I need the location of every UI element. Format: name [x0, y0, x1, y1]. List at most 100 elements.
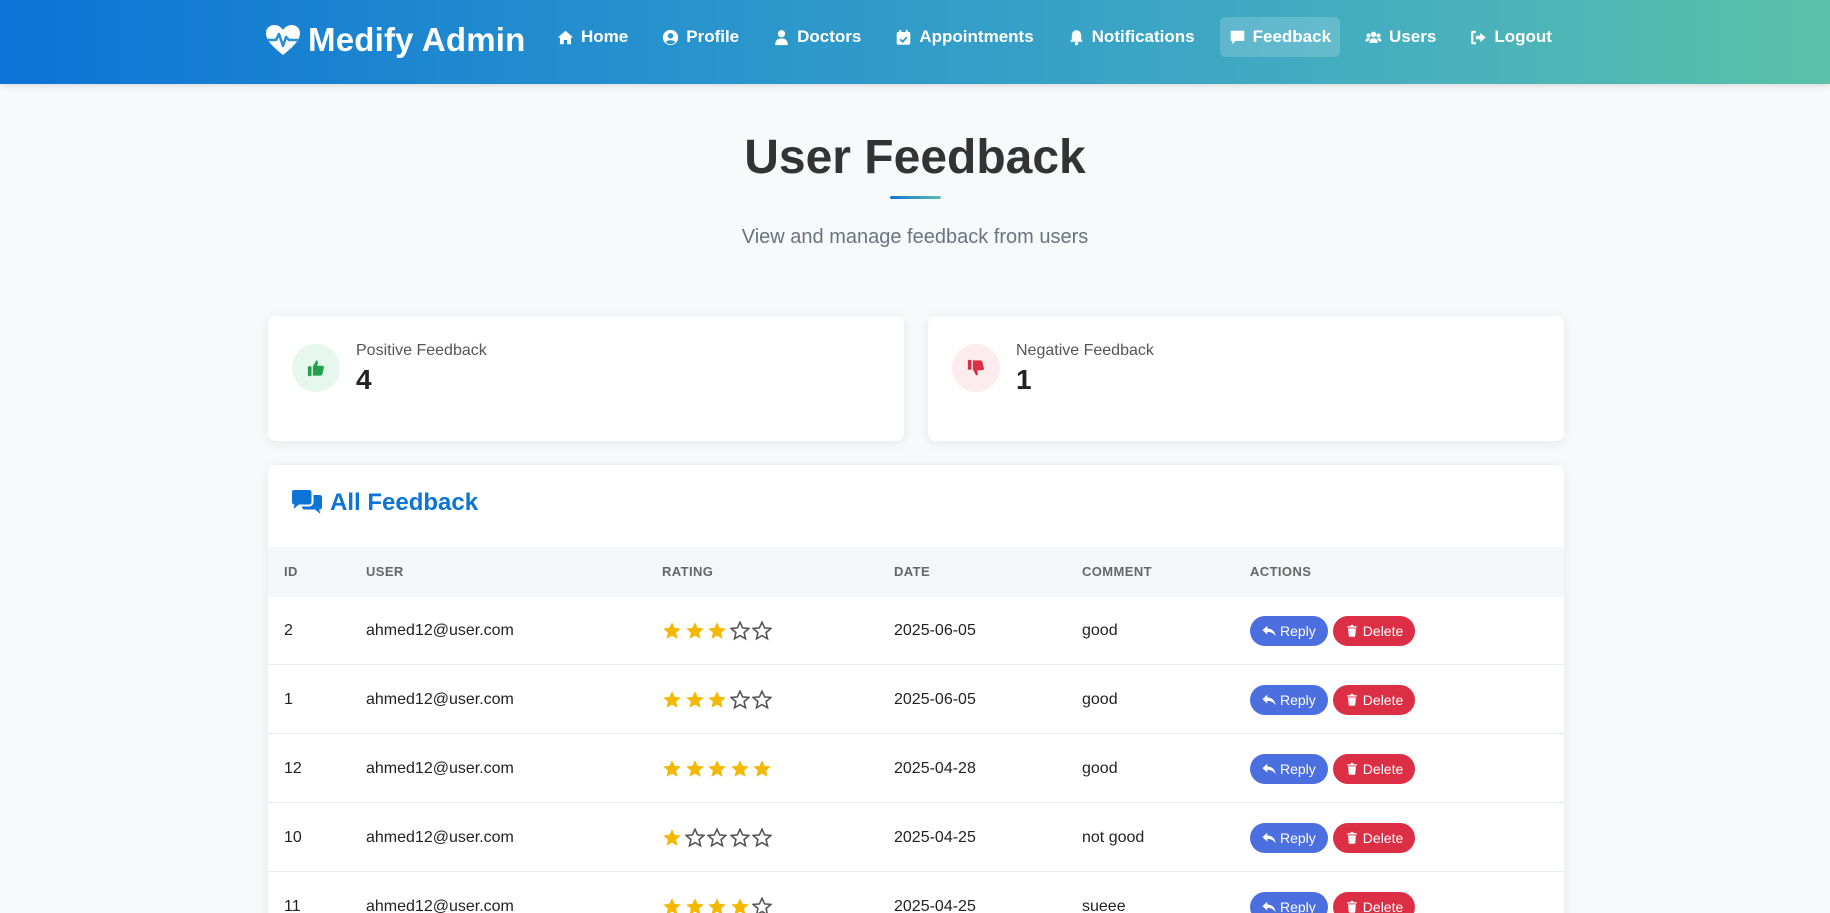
table-row: 10 ahmed12@user.com 2025-04-25 not good Repl…: [268, 804, 1564, 872]
nav-item-appointments[interactable]: Appointments: [886, 17, 1042, 57]
negative-feedback-card: Negative Feedback 1: [928, 316, 1564, 441]
nav-item-label: Appointments: [919, 27, 1034, 46]
reply-button-label: Reply: [1280, 899, 1316, 913]
nav-item-feedback[interactable]: Feedback: [1219, 17, 1341, 57]
star-empty-icon: [752, 897, 772, 913]
reply-icon: [1262, 832, 1276, 844]
negative-feedback-count: 1: [1016, 364, 1032, 395]
title-underline: [890, 196, 941, 199]
column-header-rating[interactable]: RATING: [662, 547, 713, 597]
star-empty-icon: [684, 828, 705, 848]
star-empty-icon: [752, 621, 772, 641]
nav-item-doctors[interactable]: Doctors: [764, 17, 870, 57]
negative-icon-badge: [952, 344, 1000, 392]
cell-user: ahmed12@user.com: [366, 829, 514, 846]
trash-icon: [1346, 762, 1357, 775]
star-empty-icon: [729, 690, 750, 710]
column-header-comment[interactable]: COMMENT: [1082, 547, 1152, 597]
reply-icon: [1262, 625, 1276, 637]
star-filled-icon: [685, 622, 704, 639]
nav-item-logout[interactable]: Logout: [1461, 17, 1561, 57]
cell-comment: sueee: [1082, 898, 1126, 913]
calendar-icon: [897, 29, 911, 45]
cell-user: ahmed12@user.com: [366, 898, 514, 913]
table-title: All Feedback: [290, 489, 478, 517]
nav-item-home[interactable]: Home: [548, 17, 637, 57]
column-header-date[interactable]: DATE: [894, 547, 930, 597]
star-empty-icon: [752, 690, 772, 710]
cell-actions: Reply Delete: [1250, 666, 1420, 734]
nav-item-notifications[interactable]: Notifications: [1059, 17, 1204, 57]
nav-item-profile[interactable]: Profile: [653, 17, 748, 57]
page-subtitle: View and manage feedback from users: [741, 226, 1089, 248]
star-filled-icon: [753, 760, 771, 777]
delete-button[interactable]: Delete: [1332, 754, 1416, 784]
positive-icon-badge: [292, 344, 340, 392]
delete-button[interactable]: Delete: [1332, 685, 1416, 715]
comments-icon: [292, 490, 322, 514]
cell-date: 2025-04-25: [894, 898, 976, 913]
trash-icon: [1346, 624, 1357, 637]
reply-button[interactable]: Reply: [1250, 616, 1328, 646]
cell-rating: [662, 666, 775, 734]
nav-item-label: Home: [581, 27, 629, 46]
reply-button[interactable]: Reply: [1250, 685, 1328, 715]
star-empty-icon: [729, 828, 750, 848]
rating-stars: [662, 804, 775, 872]
cell-id: 12: [284, 760, 302, 777]
nav-item-users[interactable]: Users: [1356, 17, 1445, 57]
delete-button-label: Delete: [1362, 692, 1404, 708]
heart-pulse-icon: [266, 25, 300, 55]
table-row: 11 ahmed12@user.com 2025-04-25 sueee Reply De…: [268, 873, 1564, 913]
cell-user: ahmed12@user.com: [366, 622, 514, 639]
reply-button-label: Reply: [1280, 761, 1316, 777]
delete-button[interactable]: Delete: [1332, 616, 1416, 646]
column-header-id[interactable]: ID: [284, 547, 298, 597]
feedback-table-card: All Feedback ID USER RATING DATE COMMENT…: [268, 465, 1564, 913]
delete-button[interactable]: Delete: [1332, 892, 1416, 913]
delete-button[interactable]: Delete: [1332, 823, 1416, 853]
reply-button[interactable]: Reply: [1250, 754, 1328, 784]
cell-actions: Reply Delete: [1250, 804, 1420, 872]
star-filled-icon: [663, 829, 681, 846]
nav-item-label: Feedback: [1252, 27, 1332, 46]
delete-button-label: Delete: [1362, 761, 1404, 777]
bell-icon: [1069, 29, 1083, 45]
users-icon: [1365, 31, 1382, 43]
star-filled-icon: [730, 760, 749, 777]
rating-stars: [662, 873, 775, 913]
reply-button[interactable]: Reply: [1250, 892, 1328, 913]
column-header-user[interactable]: USER: [366, 547, 404, 597]
rating-stars: [662, 597, 775, 665]
comment-icon: [1230, 30, 1244, 44]
cell-date: 2025-04-25: [894, 829, 976, 846]
cell-comment: good: [1082, 622, 1118, 639]
star-filled-icon: [685, 898, 704, 913]
reply-icon: [1262, 694, 1276, 706]
star-filled-icon: [663, 760, 681, 777]
positive-feedback-card: Positive Feedback 4: [268, 316, 904, 441]
star-filled-icon: [663, 622, 681, 639]
delete-button-label: Delete: [1362, 830, 1404, 846]
reply-button[interactable]: Reply: [1250, 823, 1328, 853]
brand-logo[interactable]: Medify Admin: [264, 20, 526, 60]
star-filled-icon: [663, 898, 681, 913]
cell-actions: Reply Delete: [1250, 597, 1420, 665]
thumbs-up-icon: [307, 360, 324, 377]
delete-button-label: Delete: [1362, 623, 1404, 639]
cell-comment: good: [1082, 760, 1118, 777]
page-title: User Feedback: [744, 131, 1086, 184]
reply-icon: [1262, 901, 1276, 913]
star-filled-icon: [685, 691, 704, 708]
table-row: 1 ahmed12@user.com 2025-06-05 good Reply Dele…: [268, 666, 1564, 734]
star-empty-icon: [752, 828, 772, 848]
star-filled-icon: [685, 760, 704, 777]
table-row: 2 ahmed12@user.com 2025-06-05 good Reply Dele…: [268, 597, 1564, 665]
table-title-text: All Feedback: [330, 489, 479, 516]
rating-stars: [662, 666, 775, 734]
nav-item-label: Profile: [686, 27, 740, 46]
star-filled-icon: [708, 760, 726, 777]
logout-icon: [1471, 30, 1487, 44]
brand-name: Medify Admin: [308, 21, 526, 58]
cell-date: 2025-06-05: [894, 691, 976, 708]
